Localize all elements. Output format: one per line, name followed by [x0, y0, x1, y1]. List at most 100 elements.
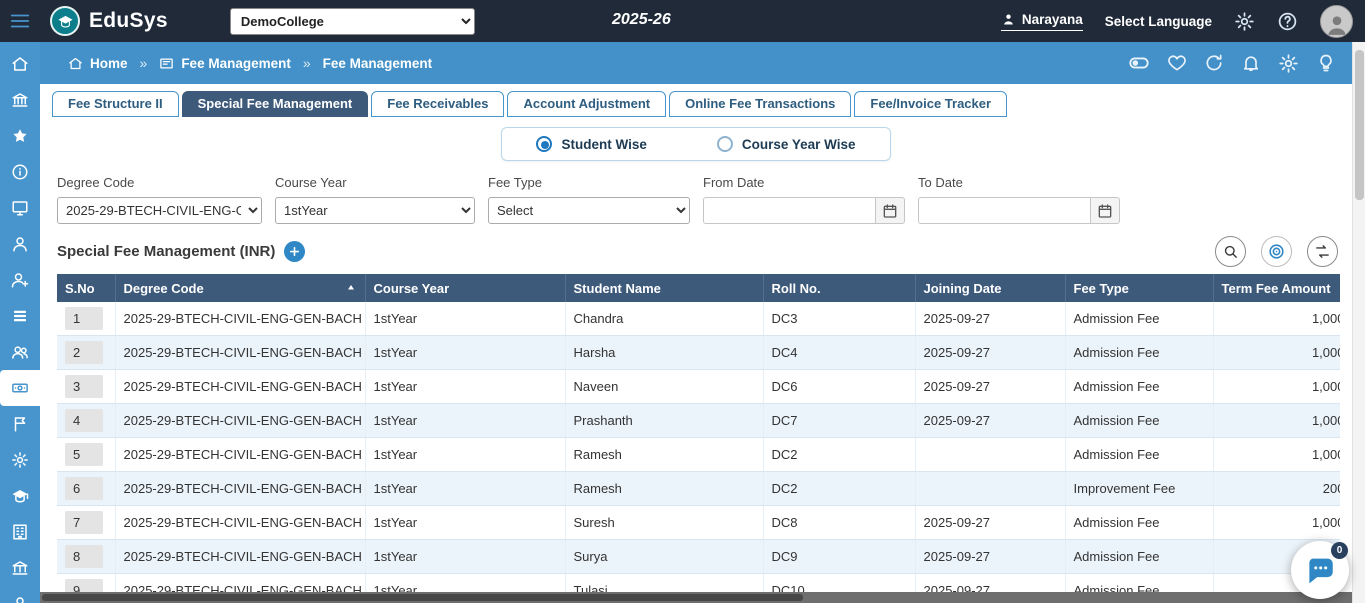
- table-row: 8 2025-29-BTECH-CIVIL-ENG-GEN-BACH 1stYe…: [57, 540, 1340, 574]
- sidebar-item-home[interactable]: [0, 46, 40, 82]
- breadcrumb-current-page: Fee Management: [323, 56, 433, 71]
- avatar[interactable]: [1320, 5, 1353, 38]
- tab-online-fee-transactions[interactable]: Online Fee Transactions: [669, 91, 851, 117]
- course-year-cell: 1stYear: [365, 540, 565, 574]
- radio-student-wise[interactable]: Student Wise: [536, 136, 646, 152]
- to-date-calendar-icon[interactable]: [1090, 197, 1120, 224]
- joining-date-cell: 2025-09-27: [915, 506, 1065, 540]
- breadcrumb-fee-management[interactable]: Fee Management: [159, 56, 291, 71]
- tab-special-fee-management[interactable]: Special Fee Management: [182, 91, 369, 117]
- from-date-input[interactable]: [703, 197, 875, 224]
- table-row: 4 2025-29-BTECH-CIVIL-ENG-GEN-BACH 1stYe…: [57, 404, 1340, 438]
- col-fee-type[interactable]: Fee Type: [1065, 274, 1213, 302]
- student-name-cell: Suresh: [565, 506, 763, 540]
- table-row: 2 2025-29-BTECH-CIVIL-ENG-GEN-BACH 1stYe…: [57, 336, 1340, 370]
- sidebar-item-institution[interactable]: [0, 82, 40, 118]
- fee-table: S.No Degree Code Course Year Student Nam…: [57, 274, 1340, 603]
- notifications-bell-icon[interactable]: [1241, 53, 1261, 73]
- degree-code-select[interactable]: 2025-29-BTECH-CIVIL-ENG-GEI: [57, 197, 262, 224]
- theme-toggle-icon[interactable]: [1128, 52, 1150, 74]
- sidebar-item-transport[interactable]: [0, 586, 40, 603]
- course-year-cell: 1stYear: [365, 438, 565, 472]
- user-name: Narayana: [1022, 12, 1083, 27]
- radio-student-wise-label: Student Wise: [561, 137, 646, 152]
- target-icon[interactable]: [1261, 236, 1292, 267]
- sidebar-item-fee-management[interactable]: [0, 370, 40, 406]
- col-student-name[interactable]: Student Name: [565, 274, 763, 302]
- radio-student-wise-dot[interactable]: [536, 136, 552, 152]
- roll-no-cell: DC3: [763, 302, 915, 336]
- course-year-cell: 1stYear: [365, 506, 565, 540]
- horizontal-scrollbar-thumb[interactable]: [42, 594, 803, 601]
- col-roll-no[interactable]: Roll No.: [763, 274, 915, 302]
- table-header-row: S.No Degree Code Course Year Student Nam…: [57, 274, 1340, 302]
- sidebar-item-staff[interactable]: [0, 334, 40, 370]
- filter-fee-type: Fee Type Select: [488, 175, 690, 224]
- user-menu[interactable]: Narayana: [1001, 12, 1083, 31]
- sidebar-item-finance[interactable]: [0, 550, 40, 586]
- to-date-label: To Date: [918, 175, 1120, 190]
- vertical-scrollbar[interactable]: [1352, 42, 1365, 603]
- amount-cell: 1,000: [1213, 438, 1340, 472]
- degree-code-label: Degree Code: [57, 175, 262, 190]
- tab-fee-invoice-tracker[interactable]: Fee/Invoice Tracker: [854, 91, 1007, 117]
- sidebar-item-settings[interactable]: [0, 442, 40, 478]
- search-icon[interactable]: [1215, 236, 1246, 267]
- amount-cell: 1,000: [1213, 506, 1340, 540]
- topbar-right: Narayana Select Language: [1001, 5, 1365, 38]
- sidebar-item-hostel[interactable]: [0, 514, 40, 550]
- col-sno[interactable]: S.No: [57, 274, 115, 302]
- fee-type-cell: Admission Fee: [1065, 404, 1213, 438]
- course-year-cell: 1stYear: [365, 370, 565, 404]
- col-joining-date[interactable]: Joining Date: [915, 274, 1065, 302]
- select-language-link[interactable]: Select Language: [1105, 14, 1212, 29]
- filter-bar: Degree Code 2025-29-BTECH-CIVIL-ENG-GEI …: [40, 165, 1352, 234]
- radio-course-year-wise-dot[interactable]: [717, 136, 733, 152]
- sidebar-item-favorites[interactable]: [0, 118, 40, 154]
- sidebar-item-info[interactable]: [0, 154, 40, 190]
- table-actions: [1215, 236, 1338, 267]
- fee-type-cell: Admission Fee: [1065, 506, 1213, 540]
- help-icon[interactable]: [1277, 11, 1298, 32]
- degree-code-cell: 2025-29-BTECH-CIVIL-ENG-GEN-BACH: [115, 336, 365, 370]
- fee-type-select[interactable]: Select: [488, 197, 690, 224]
- hamburger-menu-icon[interactable]: [0, 10, 40, 32]
- col-course-year[interactable]: Course Year: [365, 274, 565, 302]
- refresh-icon[interactable]: [1204, 53, 1224, 73]
- col-degree-code[interactable]: Degree Code: [115, 274, 365, 302]
- sidebar-item-admissions[interactable]: [0, 262, 40, 298]
- student-name-cell: Prashanth: [565, 404, 763, 438]
- view-mode-panel-wrap: Student Wise Course Year Wise: [40, 117, 1352, 165]
- horizontal-scrollbar[interactable]: [40, 592, 1352, 603]
- sidebar-item-reports[interactable]: [0, 406, 40, 442]
- course-year-select[interactable]: 1stYear: [275, 197, 475, 224]
- settings-gear-icon[interactable]: [1234, 11, 1255, 32]
- chat-icon: [1303, 553, 1337, 587]
- table-row: 7 2025-29-BTECH-CIVIL-ENG-GEN-BACH 1stYe…: [57, 506, 1340, 540]
- sidebar-item-monitor[interactable]: [0, 190, 40, 226]
- tab-fee-receivables[interactable]: Fee Receivables: [371, 91, 504, 117]
- degree-code-cell: 2025-29-BTECH-CIVIL-ENG-GEN-BACH: [115, 438, 365, 472]
- favorites-heart-icon[interactable]: [1167, 53, 1187, 73]
- chat-button[interactable]: 0: [1291, 541, 1349, 599]
- breadcrumb-home[interactable]: Home: [68, 56, 128, 71]
- preferences-gear-icon[interactable]: [1278, 53, 1299, 74]
- from-date-calendar-icon[interactable]: [875, 197, 905, 224]
- to-date-input[interactable]: [918, 197, 1090, 224]
- tab-account-adjustment[interactable]: Account Adjustment: [507, 91, 666, 117]
- add-fee-button[interactable]: [284, 241, 305, 262]
- sidebar-item-student[interactable]: [0, 226, 40, 262]
- tab-fee-structure-ii[interactable]: Fee Structure II: [52, 91, 179, 117]
- sort-asc-icon[interactable]: [345, 282, 357, 294]
- sidebar-item-academics[interactable]: [0, 478, 40, 514]
- college-select[interactable]: DemoCollege: [230, 8, 475, 35]
- col-amount[interactable]: Term Fee Amount: [1213, 274, 1340, 302]
- vertical-scrollbar-thumb[interactable]: [1355, 50, 1364, 200]
- sidebar-item-records[interactable]: [0, 298, 40, 334]
- sno-cell: 4: [57, 404, 115, 438]
- tips-bulb-icon[interactable]: [1316, 53, 1336, 73]
- fee-type-cell: Admission Fee: [1065, 336, 1213, 370]
- radio-course-year-wise[interactable]: Course Year Wise: [717, 136, 856, 152]
- breadcrumb-current-label: Fee Management: [323, 56, 433, 71]
- shuffle-icon[interactable]: [1307, 236, 1338, 267]
